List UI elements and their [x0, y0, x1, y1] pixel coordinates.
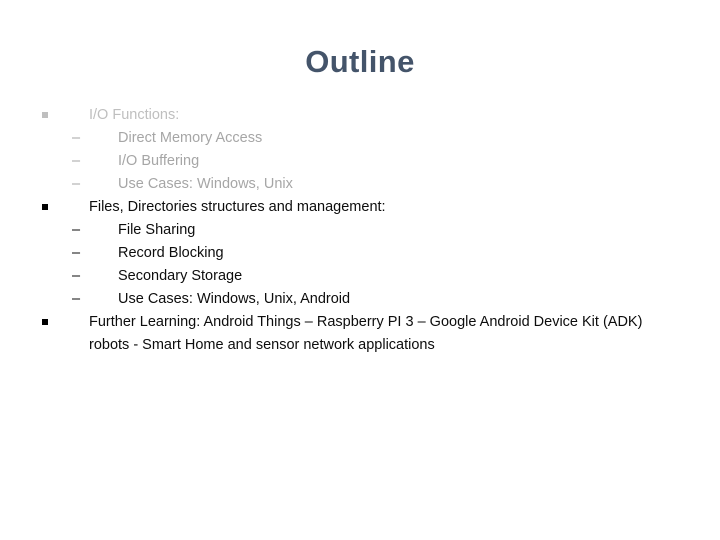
dash-bullet-icon: –	[72, 245, 81, 261]
page-title: Outline	[305, 44, 415, 79]
list-item-label: Secondary Storage	[118, 268, 243, 284]
list-item: – Direct Memory Access	[0, 127, 720, 150]
slide: Outline I/O Functions: – Direct Memory A…	[0, 0, 720, 540]
list-item: – Record Blocking	[0, 242, 720, 265]
dash-bullet-icon: –	[72, 153, 81, 169]
dash-bullet-icon: –	[72, 176, 81, 192]
list-item: – I/O Buffering	[0, 150, 720, 173]
outline-group: Files, Directories structures and manage…	[0, 196, 720, 311]
outline-group: I/O Functions: – Direct Memory Access – …	[0, 104, 720, 196]
list-item: – Use Cases: Windows, Unix, Android	[0, 288, 720, 311]
dash-bullet-icon: –	[72, 130, 81, 146]
list-item-label: File Sharing	[118, 222, 196, 238]
square-bullet-icon	[42, 319, 48, 325]
list-item-label: I/O Buffering	[118, 153, 200, 169]
list-item-label: Use Cases: Windows, Unix	[118, 176, 293, 192]
list-item: I/O Functions:	[0, 104, 720, 127]
list-item-label: Further Learning: Android Things – Raspb…	[89, 314, 643, 353]
list-item-label: Use Cases: Windows, Unix, Android	[118, 291, 351, 307]
list-item: – File Sharing	[0, 219, 720, 242]
list-item-label: Direct Memory Access	[118, 130, 263, 146]
square-bullet-icon	[42, 204, 48, 210]
list-item-label: Record Blocking	[118, 245, 224, 261]
outline-body: I/O Functions: – Direct Memory Access – …	[0, 104, 720, 357]
dash-bullet-icon: –	[72, 222, 81, 238]
list-item-label: I/O Functions:	[89, 107, 180, 123]
list-item: – Use Cases: Windows, Unix	[0, 173, 720, 196]
list-item: – Secondary Storage	[0, 265, 720, 288]
dash-bullet-icon: –	[72, 291, 81, 307]
list-item: Files, Directories structures and manage…	[0, 196, 720, 219]
list-item-label: Files, Directories structures and manage…	[89, 199, 386, 215]
dash-bullet-icon: –	[72, 268, 81, 284]
list-item: Further Learning: Android Things – Raspb…	[0, 311, 720, 357]
outline-group: Further Learning: Android Things – Raspb…	[0, 311, 720, 357]
square-bullet-icon	[42, 112, 48, 118]
